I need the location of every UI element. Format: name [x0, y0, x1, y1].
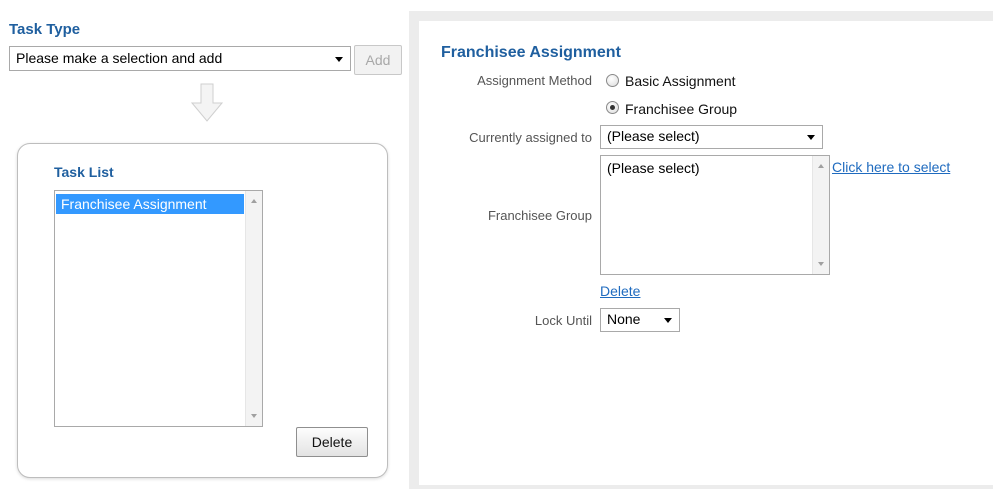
task-list-delete-button[interactable]: Delete [296, 427, 368, 457]
list-item[interactable]: Franchisee Assignment [56, 194, 244, 214]
franchisee-group-listbox[interactable]: (Please select) [600, 155, 830, 275]
assignment-heading: Franchisee Assignment [441, 44, 621, 61]
currently-assigned-label: Currently assigned to [469, 130, 592, 145]
scroll-down-icon[interactable] [818, 262, 824, 266]
scroll-up-icon[interactable] [818, 164, 824, 168]
click-here-to-select-link[interactable]: Click here to select [832, 159, 950, 175]
task-type-select-value: Please make a selection and add [16, 50, 223, 66]
scroll-up-icon[interactable] [251, 199, 257, 203]
task-type-select[interactable]: Please make a selection and add [9, 46, 351, 71]
chevron-down-icon [335, 57, 343, 62]
add-button[interactable]: Add [354, 45, 402, 75]
assignment-method-label: Assignment Method [477, 73, 592, 88]
task-list-heading: Task List [54, 164, 114, 180]
chevron-down-icon [807, 135, 815, 140]
task-type-heading: Task Type [9, 21, 81, 38]
lock-until-label: Lock Until [534, 313, 592, 328]
task-list-listbox[interactable]: Franchisee Assignment [54, 190, 263, 427]
task-list-scrollbar[interactable] [245, 191, 262, 426]
lock-until-value: None [607, 311, 641, 327]
radio-franchisee-group-label[interactable]: Franchisee Group [625, 101, 737, 117]
group-delete-link[interactable]: Delete [600, 283, 640, 299]
currently-assigned-value: (Please select) [607, 128, 700, 144]
currently-assigned-select[interactable]: (Please select) [600, 125, 823, 149]
lock-until-select[interactable]: None [600, 308, 680, 332]
group-scrollbar[interactable] [812, 156, 829, 274]
chevron-down-icon [664, 318, 672, 323]
radio-franchisee-group[interactable] [606, 101, 619, 114]
franchisee-group-label: Franchisee Group [487, 208, 592, 223]
list-item[interactable]: (Please select) [607, 160, 700, 176]
scroll-down-icon[interactable] [251, 414, 257, 418]
arrow-down-icon [190, 83, 224, 122]
radio-basic-assignment[interactable] [606, 74, 619, 87]
radio-basic-assignment-label[interactable]: Basic Assignment [625, 73, 736, 89]
